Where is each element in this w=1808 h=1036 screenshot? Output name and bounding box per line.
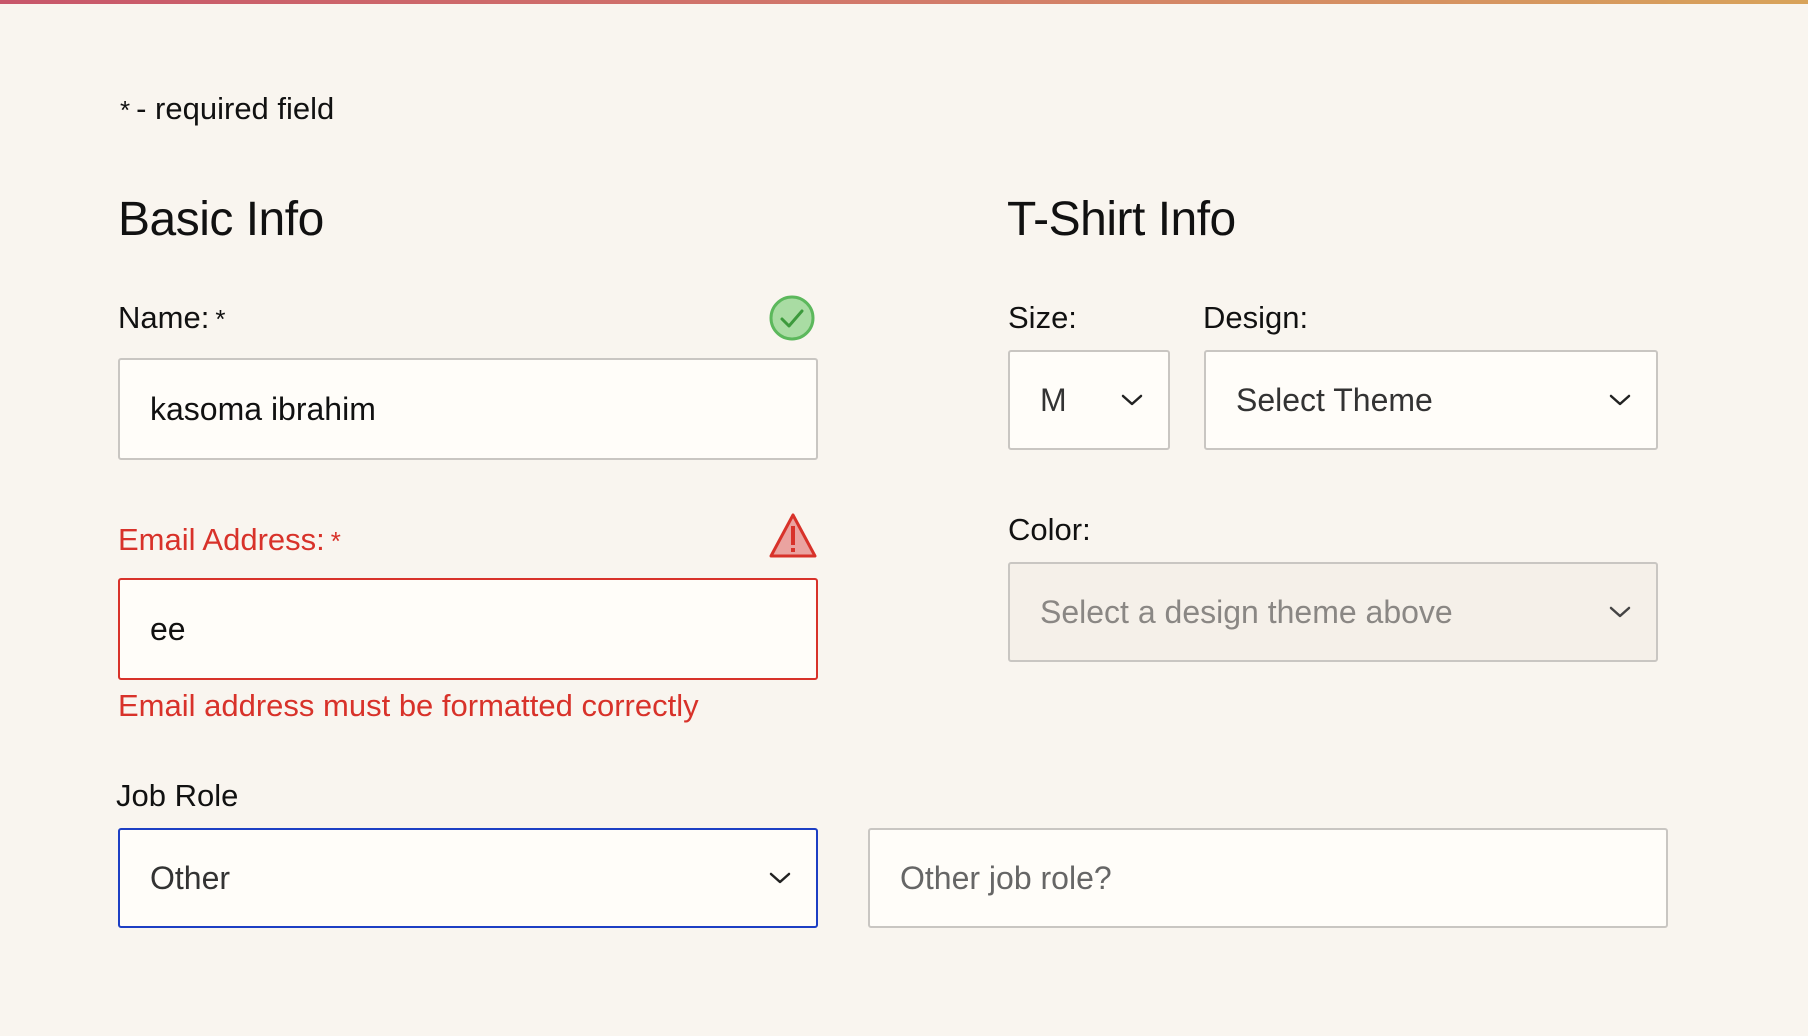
size-select[interactable]: M (1008, 350, 1170, 450)
email-required-star: * (330, 526, 341, 556)
basic-info-heading: Basic Info (118, 193, 324, 246)
warning-triangle-icon (769, 513, 817, 558)
email-input-value: ee (150, 610, 186, 647)
job-role-select[interactable]: Other (118, 828, 818, 928)
tshirt-info-heading: T-Shirt Info (1007, 193, 1236, 246)
color-select[interactable]: Select a design theme above (1008, 562, 1658, 662)
design-label: Design: (1203, 300, 1309, 335)
other-job-role-placeholder: Other job role? (900, 859, 1112, 896)
email-label-text: Email Address: (118, 522, 325, 557)
chevron-down-icon (1609, 394, 1631, 406)
email-error-message: Email address must be formatted correctl… (118, 688, 699, 723)
email-input[interactable]: ee (118, 578, 818, 680)
required-star: * (120, 95, 131, 125)
chevron-down-icon (769, 872, 791, 884)
color-label: Color: (1008, 512, 1091, 547)
chevron-down-icon (1121, 394, 1143, 406)
chevron-down-icon (1609, 606, 1631, 618)
size-selected: M (1040, 381, 1067, 418)
required-field-note: * - required field (120, 88, 334, 131)
design-select[interactable]: Select Theme (1204, 350, 1658, 450)
name-label-text: Name: (118, 300, 210, 335)
job-role-label: Job Role (116, 778, 239, 813)
job-role-selected: Other (150, 859, 231, 896)
email-label: Email Address: * (118, 520, 341, 561)
name-input-value: kasoma ibrahim (150, 390, 376, 427)
name-required-star: * (215, 304, 226, 334)
color-selected: Select a design theme above (1040, 593, 1453, 630)
size-label: Size: (1008, 300, 1077, 335)
required-note-text: - required field (136, 91, 335, 126)
design-selected: Select Theme (1236, 381, 1433, 418)
other-job-role-input[interactable]: Other job role? (868, 828, 1668, 928)
top-accent-bar (0, 0, 1808, 4)
checkmark-circle-icon (769, 295, 815, 341)
name-label: Name: * (118, 298, 225, 339)
name-input[interactable]: kasoma ibrahim (118, 358, 818, 460)
